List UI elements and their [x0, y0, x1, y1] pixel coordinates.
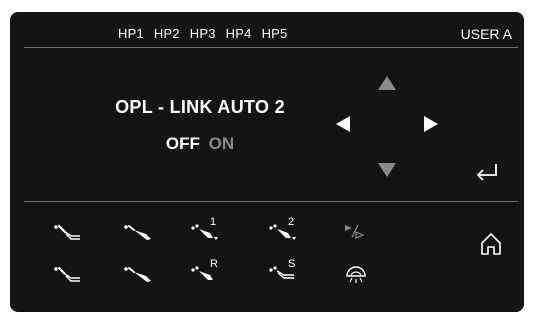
handpiece-6-icon[interactable]	[122, 264, 158, 292]
handpiece-2-icon[interactable]	[122, 222, 158, 250]
handpiece-5-icon[interactable]	[52, 264, 88, 292]
setting-title: OPL - LINK AUTO 2	[115, 97, 285, 117]
handpiece-spray-label: S	[288, 258, 296, 270]
tab-hp3[interactable]: HP3	[190, 26, 216, 41]
handpiece-1-icon[interactable]	[52, 222, 88, 250]
arrow-left-icon[interactable]	[336, 116, 350, 132]
tools-divider	[24, 201, 518, 202]
handpiece-4-label: 2	[288, 216, 295, 228]
header-divider	[24, 47, 518, 48]
tab-hp2[interactable]: HP2	[154, 26, 180, 41]
enter-icon[interactable]	[474, 162, 500, 182]
toggle-off-option[interactable]: OFF	[166, 134, 200, 153]
tab-hp4[interactable]: HP4	[226, 26, 252, 41]
arrow-down-icon[interactable]	[378, 163, 396, 177]
handpiece-spray-icon[interactable]: S	[268, 258, 304, 290]
forward-reverse-icon[interactable]	[343, 222, 379, 250]
toggle-on-option[interactable]: ON	[209, 134, 235, 153]
operating-light-icon[interactable]	[345, 266, 381, 294]
control-panel: HP1 HP2 HP3 HP4 HP5 USER A OPL - LINK AU…	[10, 12, 524, 312]
tab-hp1[interactable]: HP1	[118, 26, 144, 41]
user-selector[interactable]: USER A	[461, 26, 512, 42]
handpiece-reverse-icon[interactable]: R	[190, 258, 226, 290]
arrow-right-icon[interactable]	[424, 116, 438, 132]
setting-toggle: OFF ON	[90, 134, 310, 154]
handpiece-4-icon[interactable]: 2	[268, 216, 304, 248]
handpiece-3-label: 1	[210, 216, 217, 228]
handpiece-3-icon[interactable]: 1	[190, 216, 226, 248]
tab-hp5[interactable]: HP5	[262, 26, 288, 41]
arrow-up-icon[interactable]	[378, 76, 396, 90]
home-icon[interactable]	[480, 232, 502, 256]
handpiece-tabs: HP1 HP2 HP3 HP4 HP5	[118, 26, 287, 41]
handpiece-reverse-label: R	[210, 258, 218, 270]
